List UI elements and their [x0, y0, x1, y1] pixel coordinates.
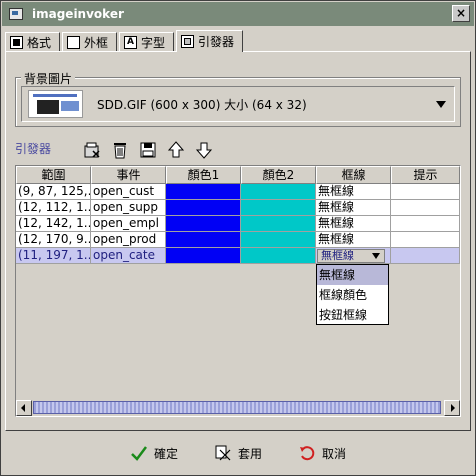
- cell-color2[interactable]: [241, 184, 316, 200]
- cell-color1[interactable]: [166, 232, 241, 248]
- trigger-toolbar: [81, 139, 215, 161]
- tab-label: 字型: [141, 36, 166, 50]
- undo-icon: [300, 446, 315, 461]
- scroll-left-button[interactable]: [16, 400, 32, 416]
- cell-tip[interactable]: [391, 200, 460, 216]
- apply-label: 套用: [237, 446, 262, 461]
- table-row[interactable]: (12, 112, 1... open_supp 無框線: [16, 200, 460, 216]
- table-header: 範圍 事件 顏色1 顏色2 框線 提示: [16, 166, 460, 184]
- move-down-button[interactable]: [193, 139, 215, 161]
- cell-color2[interactable]: [241, 232, 316, 248]
- cell-color1[interactable]: [166, 184, 241, 200]
- font-icon: A: [124, 36, 138, 49]
- cell-border[interactable]: 無框線: [316, 216, 391, 232]
- cell-border[interactable]: 無框線: [316, 232, 391, 248]
- cell-color2[interactable]: [241, 248, 316, 264]
- background-selected-value: SDD.GIF (600 x 300) 大小 (64 x 32): [97, 97, 307, 112]
- cancel-button[interactable]: 取消: [298, 443, 346, 463]
- frame-icon: [67, 36, 81, 49]
- app-icon: [8, 6, 24, 22]
- cell-event[interactable]: open_cate: [91, 248, 166, 264]
- cell-border[interactable]: 無框線: [316, 200, 391, 216]
- tab-format[interactable]: 格式: [5, 32, 61, 52]
- window-title: imageinvoker: [32, 7, 124, 21]
- title-bar[interactable]: imageinvoker ×: [2, 2, 474, 26]
- save-trigger-button[interactable]: [137, 139, 159, 161]
- cell-color1[interactable]: [166, 200, 241, 216]
- column-header-border[interactable]: 框線: [316, 166, 391, 184]
- add-icon: [84, 142, 100, 158]
- cell-range[interactable]: (12, 112, 1...: [16, 200, 91, 216]
- cell-border-editor[interactable]: 無框線: [316, 248, 391, 264]
- column-header-color1[interactable]: 顏色1: [166, 166, 241, 184]
- cell-event[interactable]: open_prod: [91, 232, 166, 248]
- apply-icon: [215, 445, 231, 461]
- cell-color2[interactable]: [241, 216, 316, 232]
- column-header-event[interactable]: 事件: [91, 166, 166, 184]
- image-thumbnail: [28, 90, 83, 118]
- dialog-footer: 確定 套用 取消: [1, 441, 475, 465]
- format-icon: [10, 36, 23, 49]
- cell-color1[interactable]: [166, 216, 241, 232]
- table-row[interactable]: (12, 170, 9... open_prod 無框線: [16, 232, 460, 248]
- column-header-range[interactable]: 範圍: [16, 166, 91, 184]
- cell-color2[interactable]: [241, 200, 316, 216]
- cell-tip[interactable]: [391, 232, 460, 248]
- border-option-button[interactable]: 按鈕框線: [317, 305, 388, 325]
- border-options-popup: 無框線 框線顏色 按鈕框線: [316, 264, 389, 325]
- column-header-color2[interactable]: 顏色2: [241, 166, 316, 184]
- cell-event[interactable]: open_cust: [91, 184, 166, 200]
- tab-font[interactable]: A 字型: [119, 32, 175, 52]
- cell-range[interactable]: (11, 197, 1...: [16, 248, 91, 264]
- cell-border[interactable]: 無框線: [316, 184, 391, 200]
- cell-event[interactable]: open_supp: [91, 200, 166, 216]
- cell-tip[interactable]: [391, 216, 460, 232]
- scroll-right-button[interactable]: [444, 400, 460, 416]
- cell-tip[interactable]: [391, 184, 460, 200]
- cell-color1[interactable]: [166, 248, 241, 264]
- ok-label: 確定: [153, 446, 178, 461]
- column-header-tip[interactable]: 提示: [391, 166, 460, 184]
- save-icon: [140, 142, 156, 158]
- add-trigger-button[interactable]: [81, 139, 103, 161]
- tab-label: 格式: [27, 36, 52, 50]
- cell-range[interactable]: (12, 170, 9...: [16, 232, 91, 248]
- move-up-button[interactable]: [165, 139, 187, 161]
- table-row[interactable]: (9, 87, 125,... open_cust 無框線: [16, 184, 460, 200]
- background-image-select[interactable]: SDD.GIF (600 x 300) 大小 (64 x 32): [21, 86, 455, 122]
- dialog-window: imageinvoker × 格式 外框 A 字型 引發器 背景圖片 SDD.G…: [0, 0, 476, 476]
- close-button[interactable]: ×: [452, 5, 470, 22]
- trigger-icon: [181, 35, 195, 48]
- move-down-icon: [195, 142, 213, 159]
- tab-label: 外框: [84, 36, 109, 50]
- scroll-thumb[interactable]: [33, 401, 441, 414]
- border-style-select[interactable]: 無框線: [317, 249, 385, 263]
- delete-icon: [114, 143, 126, 159]
- tab-trigger[interactable]: 引發器: [176, 30, 244, 52]
- tab-frame[interactable]: 外框: [62, 32, 118, 52]
- chevron-down-icon[interactable]: [436, 101, 446, 108]
- cell-event[interactable]: open_empl: [91, 216, 166, 232]
- cell-tip[interactable]: [391, 248, 460, 264]
- scroll-track[interactable]: [32, 400, 444, 416]
- delete-trigger-button[interactable]: [109, 139, 131, 161]
- cell-range[interactable]: (9, 87, 125,...: [16, 184, 91, 200]
- trigger-section-label: 引發器: [15, 142, 52, 156]
- apply-button[interactable]: 套用: [214, 443, 262, 463]
- border-option-color[interactable]: 框線顏色: [317, 285, 388, 305]
- ok-button[interactable]: 確定: [130, 443, 178, 463]
- border-option-none[interactable]: 無框線: [317, 265, 388, 285]
- table-row-selected[interactable]: (11, 197, 1... open_cate 無框線: [16, 248, 460, 264]
- tab-label: 引發器: [198, 35, 235, 49]
- checkmark-icon: [131, 446, 147, 461]
- background-legend: 背景圖片: [21, 70, 76, 87]
- move-up-icon: [167, 141, 185, 158]
- cell-range[interactable]: (12, 142, 1...: [16, 216, 91, 232]
- table-row[interactable]: (12, 142, 1... open_empl 無框線: [16, 216, 460, 232]
- table-body: (9, 87, 125,... open_cust 無框線 (12, 112, …: [16, 184, 460, 264]
- horizontal-scrollbar[interactable]: [16, 400, 460, 416]
- cancel-label: 取消: [322, 446, 347, 461]
- tab-strip: 格式 外框 A 字型 引發器: [5, 30, 245, 52]
